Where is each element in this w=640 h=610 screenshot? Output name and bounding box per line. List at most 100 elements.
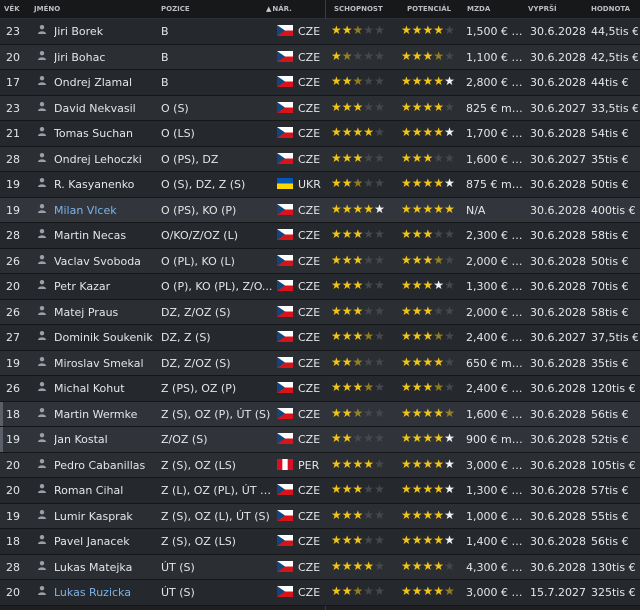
table-row[interactable]: 23 David Nekvasil O (S) CZE ★★★★★ ★★★★★ 825 € … — [0, 95, 640, 121]
star-icon: ★ — [401, 482, 412, 496]
player-name[interactable]: Jiri Bohac — [54, 51, 154, 64]
table-row[interactable]: 20 Roman Cihal Z (L), OZ (PL), ÚT (S) CZE ★★… — [0, 478, 640, 504]
table-row[interactable]: 23Jiri BorekBCZE★★★★★★★★★★1,500 € m...30… — [0, 19, 640, 45]
player-name[interactable]: Pavel Janacek — [54, 535, 154, 548]
table-row[interactable]: 20 Lukas Ruzicka ÚT (S) CZE ★★★★★ ★★★★★ 3,000 … — [0, 580, 640, 606]
table-row[interactable]: 19 R. Kasyanenko O (S), DZ, Z (S) UKR ★★★★★ ★… — [0, 172, 640, 198]
table-row[interactable]: 18 Martin Wermke Z (S), OZ (P), ÚT (S) CZE ★… — [0, 401, 640, 427]
player-wage: 2,800 € m... — [466, 76, 526, 89]
star-icon: ★ — [374, 99, 385, 114]
player-nationality: CZE — [298, 535, 321, 548]
player-name[interactable]: Martin Wermke — [54, 408, 154, 421]
contract-expires: 30.6.2028 — [530, 127, 586, 140]
star-icon: ★ — [411, 507, 423, 522]
player-name[interactable]: R. Kasyanenko — [54, 178, 154, 191]
player-name[interactable]: Ondrej Lehoczki — [54, 153, 154, 166]
star-icon: ★ — [433, 201, 445, 216]
player-wage: 875 € měs. — [466, 178, 526, 191]
player-name[interactable]: Milan Vlcek — [54, 204, 154, 217]
player-age: 19 — [6, 178, 20, 191]
player-value: 33,5tis € — [591, 101, 638, 115]
player-name[interactable]: Lumir Kasprak — [54, 510, 154, 523]
player-value: 50tis € — [591, 178, 629, 191]
player-name[interactable]: Jan Kostal — [54, 433, 154, 446]
star-icon: ★ — [444, 431, 455, 445]
table-row[interactable]: 28 Ondrej Lehoczki O (PS), DZ CZE ★★★★★ ★★★★★… — [0, 146, 640, 172]
player-age: 28 — [6, 229, 20, 242]
player-name[interactable]: Martin Necas — [54, 229, 154, 242]
table-row[interactable]: 20 Pedro Cabanillas Z (S), OZ (LS) PER ★★★★★… — [0, 452, 640, 478]
header-age[interactable]: VĚK — [4, 5, 20, 13]
player-name[interactable]: Dominik Soukenik — [54, 331, 154, 344]
star-icon: ★ — [341, 303, 353, 318]
star-icon: ★ — [352, 252, 364, 267]
header-expires[interactable]: VYPRŠÍ — [528, 5, 557, 13]
player-name[interactable]: Lukas Ruzicka — [54, 586, 154, 599]
star-icon: ★ — [363, 354, 375, 369]
star-icon: ★ — [433, 482, 445, 496]
ability-stars: ★★★★★ — [331, 559, 399, 573]
player-name[interactable]: Michal Kohut — [54, 382, 154, 395]
table-row[interactable]: 26 Michal Kohut Z (PS), OZ (P) CZE ★★★★★ ★★★★… — [0, 376, 640, 402]
table-row[interactable]: 27 Dominik Soukenik DZ, Z (S) CZE ★★★★★ ★★★★★… — [0, 325, 640, 351]
player-name[interactable]: Petr Kazar — [54, 280, 154, 293]
table-row[interactable]: 18 Pavel Janacek Z (S), OZ (LS) CZE ★★★★★ ★★★… — [0, 529, 640, 555]
table-row[interactable]: 21 Tomas Suchan O (LS) CZE ★★★★★ ★★★★★ 1,700 €… — [0, 121, 640, 147]
squad-table: VĚK JMÉNO POZICE ▲NÁR. SCHOPNOST POTENCI… — [0, 0, 640, 610]
header-potential[interactable]: POTENCIÁL — [407, 5, 451, 13]
player-name[interactable]: Miroslav Smekal — [54, 357, 154, 370]
header-ability[interactable]: SCHOPNOST — [334, 5, 383, 13]
star-icon: ★ — [422, 74, 434, 88]
table-row[interactable]: 20Jiri BohacBCZE★★★★★★★★★★1,100 € m...30… — [0, 44, 640, 70]
header-nationality[interactable]: ▲NÁR. — [266, 5, 292, 13]
table-row[interactable]: 26 Matej Praus DZ, Z/OZ (S) CZE ★★★★★ ★★★★★ 2,… — [0, 299, 640, 325]
player-name[interactable]: Lukas Matejka — [54, 561, 154, 574]
player-value: 52tis € — [591, 433, 629, 446]
header-name[interactable]: JMÉNO — [34, 5, 60, 13]
potential-stars: ★★★★★ — [401, 74, 467, 88]
table-row[interactable]: 26 Vaclav Svoboda O (PL), KO (L) CZE ★★★★★ ★★… — [0, 248, 640, 274]
table-row[interactable]: 28 Martin Necas O/KO/Z/OZ (L) CZE ★★★★★ ★★★★★… — [0, 223, 640, 249]
player-name[interactable]: Matej Praus — [54, 306, 154, 319]
player-name[interactable]: Jiri Borek — [54, 25, 154, 38]
star-icon: ★ — [422, 329, 434, 343]
table-row[interactable]: 19 Jan Kostal Z/OZ (S) CZE ★★★★★ ★★★★★ 900 € m… — [0, 427, 640, 453]
star-icon: ★ — [341, 507, 353, 522]
person-icon — [37, 152, 49, 165]
star-icon: ★ — [444, 278, 455, 292]
player-name[interactable]: Tomas Suchan — [54, 127, 154, 140]
person-icon — [37, 305, 49, 318]
header-value[interactable]: HODNOTA — [591, 5, 630, 13]
player-name[interactable]: Vaclav Svoboda — [54, 255, 154, 268]
star-icon: ★ — [374, 48, 385, 63]
table-row[interactable]: 19 Milan Vlcek O (PS), KO (P) CZE ★★★★★ ★★★★★… — [0, 197, 640, 223]
cze-flag-icon — [277, 509, 293, 521]
star-icon: ★ — [433, 456, 445, 471]
contract-expires: 30.6.2028 — [530, 433, 586, 446]
player-name[interactable]: Roman Cihal — [54, 484, 154, 497]
ability-stars: ★★★★★ — [331, 329, 399, 343]
player-position: Z (S), OZ (LS) — [161, 535, 236, 548]
player-name[interactable]: Pedro Cabanillas — [54, 459, 154, 472]
star-icon: ★ — [363, 558, 375, 573]
star-icon: ★ — [433, 354, 445, 369]
star-icon: ★ — [433, 23, 445, 37]
player-name[interactable]: David Nekvasil — [54, 102, 154, 115]
player-position: Z/OZ (S) — [161, 433, 208, 446]
star-icon: ★ — [331, 405, 342, 420]
header-position[interactable]: POZICE — [161, 5, 190, 13]
person-icon — [37, 585, 49, 598]
header-wage[interactable]: MZDA — [467, 5, 490, 13]
star-icon: ★ — [433, 431, 445, 445]
star-icon: ★ — [363, 227, 375, 241]
table-row[interactable]: 28 Lukas Matejka ÚT (S) CZE ★★★★★ ★★★★★ 4,300 … — [0, 554, 640, 580]
star-icon: ★ — [422, 380, 434, 394]
table-row[interactable]: 20 Petr Kazar O (P), KO (PL), Z/O... CZE ★★★… — [0, 274, 640, 300]
player-name[interactable]: Ondrej Zlamal — [54, 76, 154, 89]
table-row[interactable]: 19 Lumir Kasprak Z (S), OZ (L), ÚT (S) CZE ★… — [0, 503, 640, 529]
player-age: 20 — [6, 50, 20, 64]
table-row[interactable]: 19 Miroslav Smekal DZ, Z/OZ (S) CZE ★★★★★ ★★★… — [0, 350, 640, 376]
table-row[interactable]: 17Ondrej ZlamalBCZE★★★★★★★★★★2,800 € m..… — [0, 70, 640, 96]
player-value: 42,5tis € — [591, 50, 638, 64]
star-icon: ★ — [374, 558, 385, 573]
